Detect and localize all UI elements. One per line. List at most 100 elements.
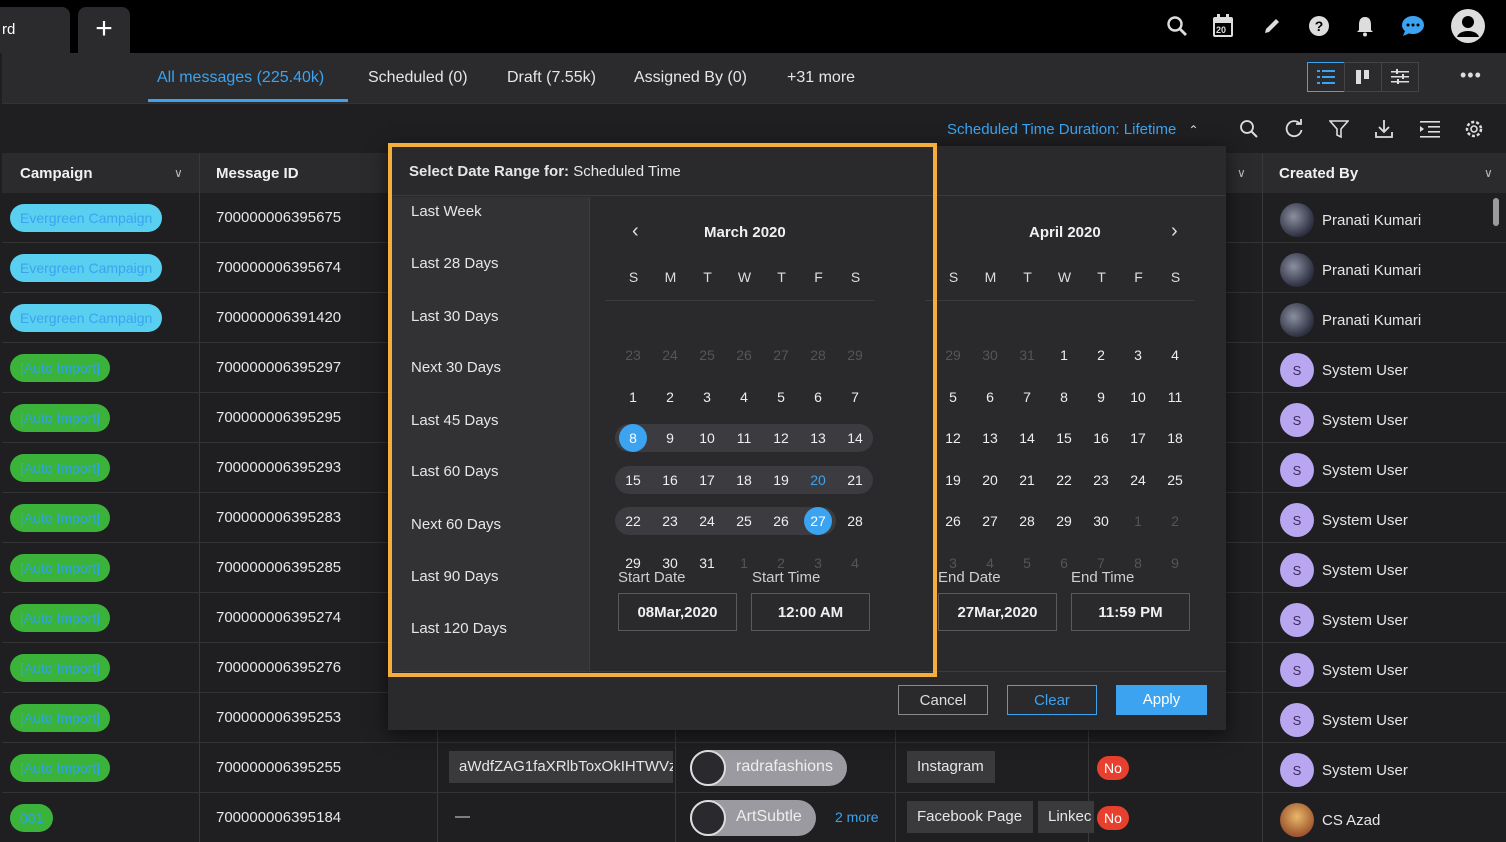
calendar-day[interactable]: 10 [693, 424, 721, 452]
user-avatar-icon[interactable] [1450, 8, 1486, 44]
calendar-day[interactable]: 18 [730, 466, 758, 494]
chevron-down-icon[interactable]: ∨ [174, 166, 183, 180]
message-id[interactable]: 700000006395285 [216, 559, 341, 576]
campaign-tag[interactable]: [Auto Import] [10, 504, 111, 532]
column-header-message-id[interactable]: Message ID [216, 153, 299, 193]
calendar-day[interactable]: 3 [1124, 341, 1152, 369]
calendar-day[interactable]: 28 [841, 507, 869, 535]
calendar-day[interactable]: 27 [767, 341, 795, 369]
calendar-day[interactable]: 27 [976, 507, 1004, 535]
calendar-day[interactable]: 26 [939, 507, 967, 535]
search-icon[interactable] [1165, 14, 1189, 38]
calendar-day[interactable]: 17 [693, 466, 721, 494]
calendar-day[interactable]: 6 [976, 383, 1004, 411]
calendar-day[interactable]: 23 [656, 507, 684, 535]
calendar-day[interactable]: 4 [1161, 341, 1189, 369]
account-chip[interactable]: radrafashions [690, 750, 847, 786]
calendar-day[interactable]: 18 [1161, 424, 1189, 452]
download-icon[interactable] [1372, 117, 1396, 141]
message-id[interactable]: 700000006395675 [216, 209, 341, 226]
preset-option[interactable]: Last 60 Days [411, 463, 499, 480]
message-id[interactable]: 700000006395297 [216, 359, 341, 376]
campaign-tag[interactable]: [Auto Import] [10, 454, 111, 482]
add-tab-button[interactable]: + [78, 7, 130, 53]
calendar-day[interactable]: 16 [656, 466, 684, 494]
calendar-icon[interactable]: 20 [1211, 14, 1235, 38]
calendar-day[interactable]: 4 [730, 383, 758, 411]
help-icon[interactable]: ? [1307, 14, 1331, 38]
calendar-day[interactable]: 22 [1050, 466, 1078, 494]
preset-option[interactable]: Last Week [411, 203, 482, 220]
calendar-day[interactable]: 2 [1161, 507, 1189, 535]
calendar-day[interactable]: 30 [1087, 507, 1115, 535]
message-id[interactable]: 700000006395293 [216, 459, 341, 476]
calendar-day[interactable]: 31 [1013, 341, 1041, 369]
campaign-tag[interactable]: 001 [10, 804, 54, 832]
calendar-day[interactable]: 8 [619, 424, 647, 452]
campaign-tag[interactable]: [Auto Import] [10, 704, 111, 732]
preset-option[interactable]: Last 30 Days [411, 308, 499, 325]
calendar-day[interactable]: 24 [1124, 466, 1152, 494]
calendar-day[interactable]: 20 [976, 466, 1004, 494]
calendar-day[interactable]: 9 [1087, 383, 1115, 411]
calendar-day[interactable]: 6 [804, 383, 832, 411]
gear-icon[interactable] [1462, 117, 1486, 141]
preset-option[interactable]: Last 45 Days [411, 412, 499, 429]
account-chip[interactable]: ArtSubtle [690, 800, 816, 836]
message-id[interactable]: 700000006395295 [216, 409, 341, 426]
calendar-day[interactable]: 15 [619, 466, 647, 494]
calendar-day[interactable]: 24 [693, 507, 721, 535]
calendar-day[interactable]: 28 [804, 341, 832, 369]
more-accounts-link[interactable]: 2 more [835, 809, 879, 825]
calendar-day[interactable]: 12 [939, 424, 967, 452]
calendar-day[interactable]: 25 [1161, 466, 1189, 494]
campaign-tag[interactable]: [Auto Import] [10, 404, 111, 432]
message-id[interactable]: 700000006395283 [216, 509, 341, 526]
calendar-day[interactable]: 19 [939, 466, 967, 494]
calendar-day[interactable]: 13 [976, 424, 1004, 452]
start-date-input[interactable]: 08Mar,2020 [618, 593, 737, 631]
calendar-day[interactable]: 31 [693, 549, 721, 577]
pencil-icon[interactable] [1260, 14, 1284, 38]
calendar-day[interactable]: 11 [730, 424, 758, 452]
calendar-day[interactable]: 21 [1013, 466, 1041, 494]
end-time-input[interactable]: 11:59 PM [1071, 593, 1190, 631]
cancel-button[interactable]: Cancel [898, 685, 988, 715]
message-id[interactable]: 700000006395253 [216, 709, 341, 726]
message-id[interactable]: 700000006395674 [216, 259, 341, 276]
preset-option[interactable]: Next 30 Days [411, 359, 501, 376]
campaign-tag[interactable]: Evergreen Campaign [10, 254, 163, 282]
calendar-day[interactable]: 5 [1013, 549, 1041, 577]
calendar-day[interactable]: 14 [1013, 424, 1041, 452]
calendar-day[interactable]: 2 [656, 383, 684, 411]
calendar-day[interactable]: 22 [619, 507, 647, 535]
chevron-down-icon[interactable]: ∨ [1484, 166, 1493, 180]
message-id[interactable]: 700000006395276 [216, 659, 341, 676]
calendar-day[interactable]: 1 [619, 383, 647, 411]
calendar-day[interactable]: 2 [1087, 341, 1115, 369]
column-header-campaign[interactable]: Campaign [20, 153, 93, 193]
calendar-day[interactable]: 9 [1161, 549, 1189, 577]
campaign-tag[interactable]: Evergreen Campaign [10, 304, 163, 332]
calendar-day[interactable]: 28 [1013, 507, 1041, 535]
message-id[interactable]: 700000006395274 [216, 609, 341, 626]
next-month-icon[interactable]: › [1171, 220, 1178, 243]
calendar-day[interactable]: 9 [656, 424, 684, 452]
calendar-day[interactable]: 1 [1050, 341, 1078, 369]
calendar-day[interactable]: 29 [841, 341, 869, 369]
preset-option[interactable]: Last 90 Days [411, 568, 499, 585]
search-icon[interactable] [1237, 117, 1261, 141]
tab-more[interactable]: +31 more [787, 69, 855, 87]
calendar-day[interactable]: 15 [1050, 424, 1078, 452]
calendar-day[interactable]: 25 [693, 341, 721, 369]
message-id[interactable]: 700000006395184 [216, 809, 341, 826]
campaign-tag[interactable]: [Auto Import] [10, 654, 111, 682]
settings-view-button[interactable] [1381, 62, 1419, 92]
campaign-tag[interactable]: [Auto Import] [10, 354, 111, 382]
campaign-tag[interactable]: [Auto Import] [10, 554, 111, 582]
chevron-down-icon[interactable]: ∨ [1237, 166, 1246, 180]
scrollbar[interactable] [1493, 198, 1499, 226]
preset-option[interactable]: Last 120 Days [411, 620, 507, 637]
preset-option[interactable]: Last 28 Days [411, 255, 499, 272]
columns-icon[interactable] [1418, 117, 1442, 141]
